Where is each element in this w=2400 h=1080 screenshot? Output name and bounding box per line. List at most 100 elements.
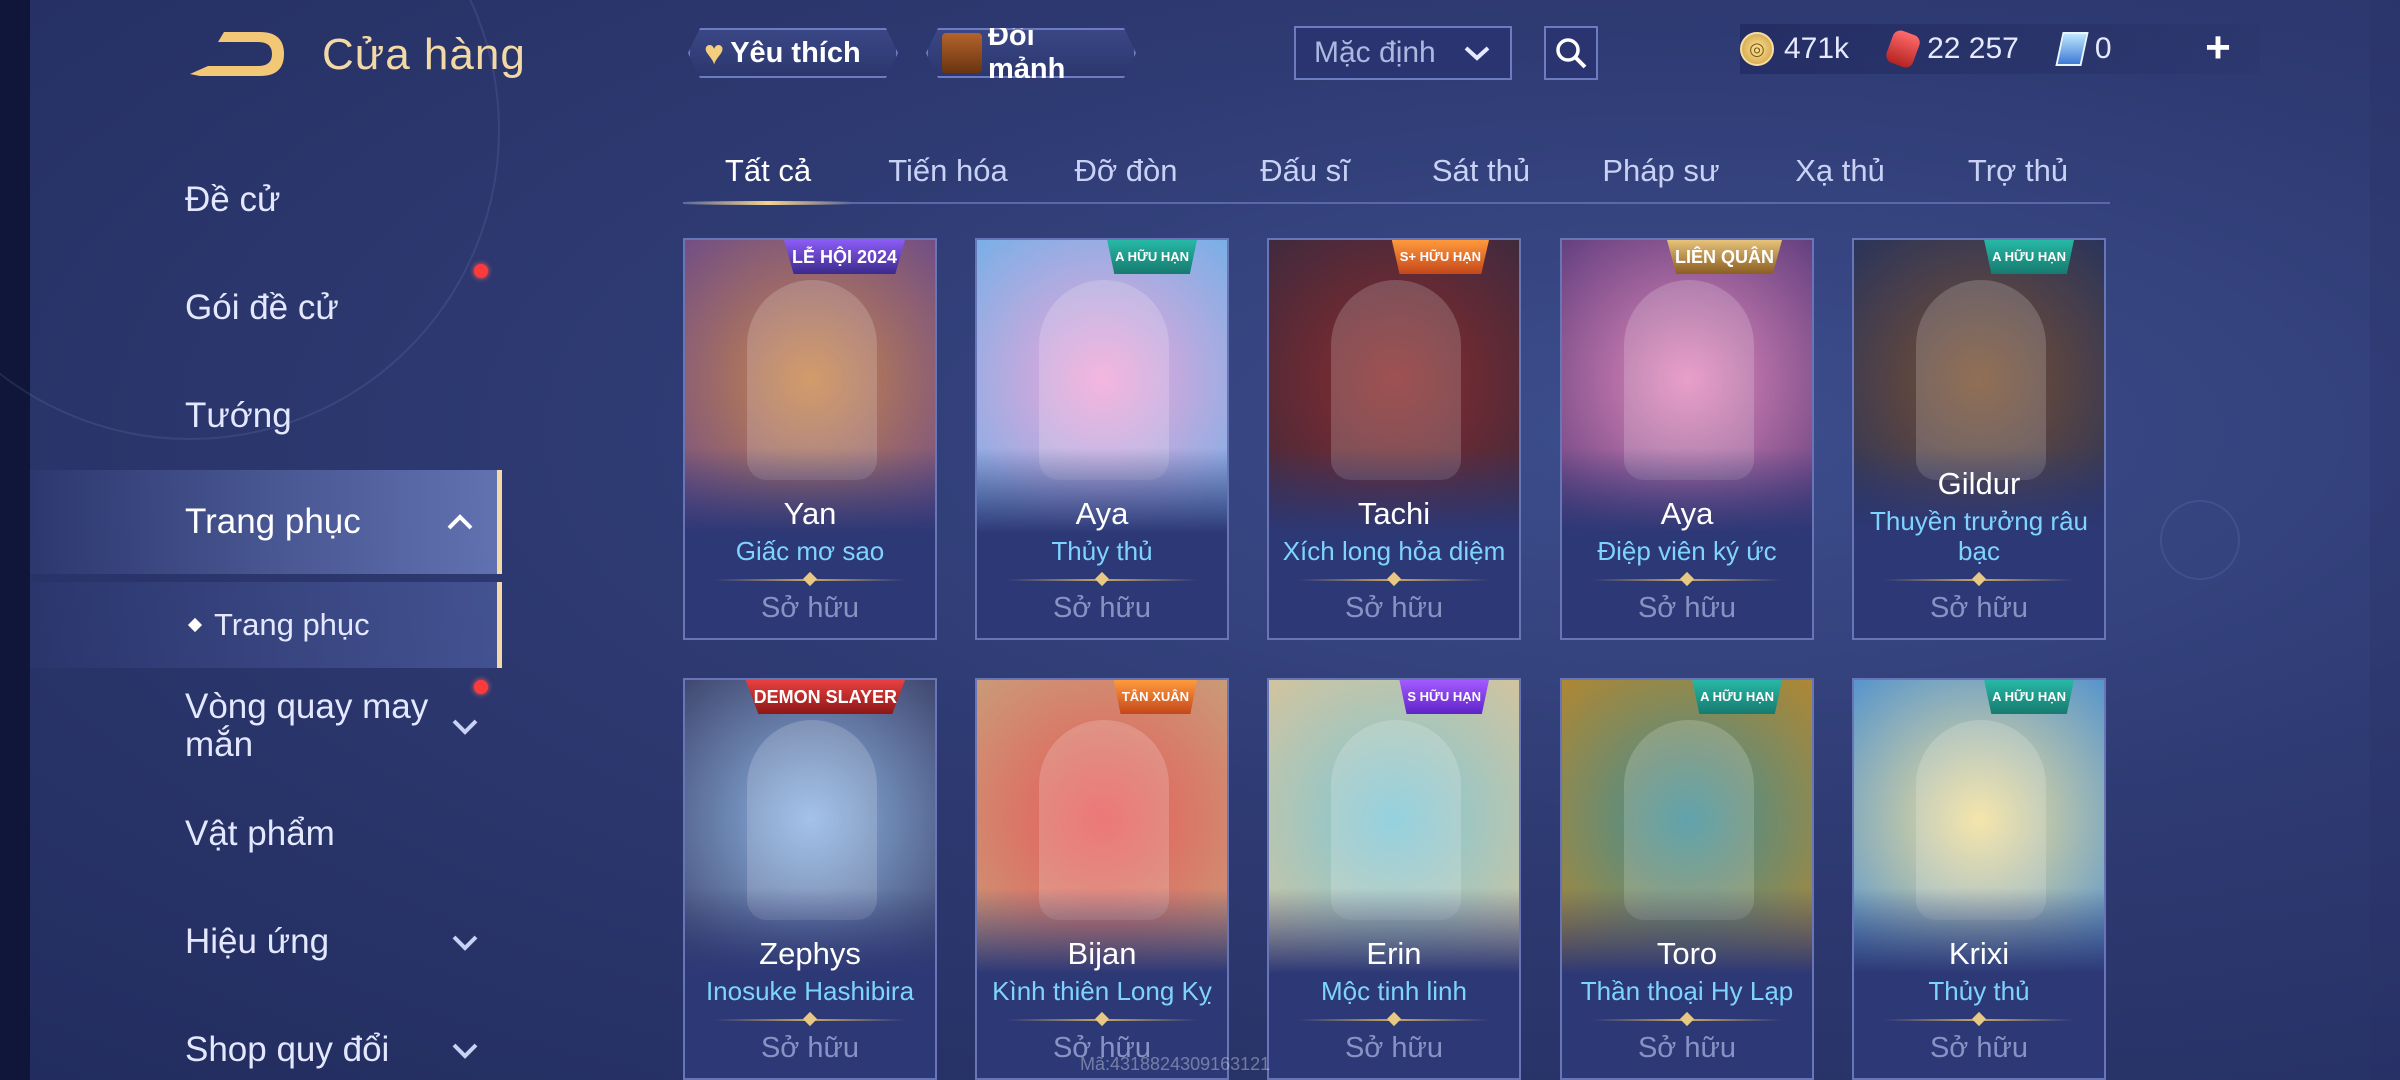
- bullet-icon: [187, 617, 203, 633]
- hero-name: Zephys: [759, 936, 861, 971]
- voucher-balance: 22 257: [1884, 28, 2019, 70]
- card-divider: [1007, 579, 1197, 581]
- sidebar-item-label: Đề cử: [185, 180, 281, 219]
- tab-fighter[interactable]: Đấu sĩ: [1220, 140, 1390, 202]
- skin-card[interactable]: TÂN XUÂN Bijan Kình thiên Long Kỵ Sở hữu: [975, 678, 1229, 1080]
- skin-card[interactable]: A HỮU HẠN Krixi Thủy thủ Sở hữu: [1852, 678, 2106, 1080]
- hero-name: Aya: [1075, 496, 1129, 531]
- skin-name: Thần thoại Hy Lạp: [1580, 976, 1794, 1006]
- sidebar-item-label: Trang phục: [214, 607, 370, 642]
- card-divider: [1592, 579, 1782, 581]
- tab-assassin[interactable]: Sát thủ: [1396, 140, 1566, 202]
- sidebar-item-label: Shop quy đổi: [185, 1030, 390, 1069]
- sort-dropdown[interactable]: Mặc định: [1294, 26, 1512, 80]
- currency-bar: ◎ 471k 22 257 0: [1740, 24, 2260, 74]
- chevron-down-icon: [452, 935, 478, 951]
- shop-screen: Cửa hàng ♥ Yêu thích Đổi mảnh Mặc định ◎…: [0, 0, 2400, 1080]
- hero-name: Aya: [1660, 496, 1714, 531]
- hero-name: Yan: [783, 496, 837, 531]
- page-title: Cửa hàng: [322, 30, 526, 79]
- rarity-badge: A HỮU HẠN: [1692, 680, 1782, 714]
- sidebar: Đề cử Gói đề cử Tướng Trang phục Trang p…: [30, 130, 502, 1080]
- gold-balance: ◎ 471k: [1740, 32, 1849, 66]
- tab-evolution[interactable]: Tiến hóa: [863, 140, 1033, 202]
- skin-card[interactable]: LIÊN QUÂN Aya Điệp viên ký ức Sở hữu: [1560, 238, 1814, 640]
- sidebar-item-label: Tướng: [185, 396, 292, 435]
- owned-status: Sở hữu: [1344, 1032, 1444, 1064]
- sidebar-item-lucky-spin[interactable]: Vòng quay may mắn: [30, 674, 502, 778]
- favorites-button[interactable]: ♥ Yêu thích: [688, 28, 898, 78]
- sort-selected-value: Mặc định: [1314, 36, 1436, 69]
- right-edge: [2370, 0, 2400, 1080]
- role-tabs: Tất cả Tiến hóa Đỡ đòn Đấu sĩ Sát thủ Ph…: [683, 140, 2110, 205]
- chevron-up-icon: [447, 514, 473, 530]
- skin-name: Kình thiên Long Kỵ: [992, 976, 1212, 1006]
- chevron-down-icon: [452, 719, 478, 735]
- tab-support[interactable]: Trợ thủ: [1933, 140, 2103, 202]
- sidebar-item-skins[interactable]: Trang phục: [30, 470, 502, 574]
- exchange-shards-label: Đổi mảnh: [987, 20, 1066, 85]
- sidebar-item-exchange-shop[interactable]: Shop quy đổi: [30, 998, 502, 1080]
- sidebar-item-label: Vòng quay may mắn: [185, 687, 429, 764]
- tab-mage[interactable]: Pháp sư: [1576, 140, 1746, 202]
- shard-chest-icon: [942, 33, 982, 73]
- rarity-badge: TÂN XUÂN: [1113, 680, 1197, 714]
- rarity-badge: A HỮU HẠN: [1984, 680, 2074, 714]
- skin-card[interactable]: A HỮU HẠN Aya Thủy thủ Sở hữu: [975, 238, 1229, 640]
- rarity-badge: S+ HỮU HẠN: [1391, 240, 1489, 274]
- sidebar-item-items[interactable]: Vật phẩm: [30, 782, 502, 886]
- owned-status: Sở hữu: [1052, 592, 1152, 624]
- sidebar-item-recommended-bundles[interactable]: Gói đề cử: [30, 256, 502, 360]
- rarity-badge: LIÊN QUÂN: [1667, 240, 1782, 274]
- owned-status: Sở hữu: [1344, 592, 1444, 624]
- notification-dot: [474, 264, 488, 278]
- hero-name: Erin: [1366, 936, 1422, 971]
- owned-status: Sở hữu: [1929, 592, 2029, 624]
- sidebar-item-label: Vật phẩm: [185, 814, 335, 853]
- tab-marksman[interactable]: Xạ thủ: [1755, 140, 1925, 202]
- skin-card[interactable]: S+ HỮU HẠN Tachi Xích long hỏa diệm Sở hữu: [1267, 238, 1521, 640]
- gold-amount: 471k: [1784, 32, 1850, 65]
- hero-name: Toro: [1656, 936, 1718, 971]
- rarity-badge: S HỮU HẠN: [1399, 680, 1489, 714]
- favorites-label: Yêu thích: [730, 36, 861, 69]
- tab-tank[interactable]: Đỡ đòn: [1041, 140, 1211, 202]
- skin-name: Giấc mơ sao: [735, 536, 885, 566]
- skin-card[interactable]: S HỮU HẠN Erin Mộc tinh linh Sở hữu: [1267, 678, 1521, 1080]
- skin-name: Xích long hỏa diệm: [1282, 536, 1506, 566]
- owned-status: Sở hữu: [760, 1032, 860, 1064]
- top-up-button[interactable]: +: [2196, 26, 2240, 72]
- card-divider: [1592, 1019, 1782, 1021]
- skin-name: Thủy thủ: [1051, 536, 1153, 566]
- exchange-shards-button[interactable]: Đổi mảnh: [926, 28, 1136, 78]
- card-divider: [1884, 1019, 2074, 1021]
- skin-card[interactable]: A HỮU HẠN Toro Thần thoại Hy Lạp Sở hữu: [1560, 678, 1814, 1080]
- gem-amount: 0: [2094, 32, 2112, 65]
- sidebar-item-label: Trang phục: [185, 502, 361, 541]
- voucher-amount: 22 257: [1927, 32, 2019, 65]
- sidebar-item-recommended[interactable]: Đề cử: [30, 148, 502, 252]
- sidebar-subitem-skins[interactable]: Trang phục: [30, 582, 502, 668]
- skin-name: Thuyền trưởng râu bạc: [1869, 506, 2088, 566]
- hero-name: Krixi: [1948, 936, 2010, 971]
- skin-name: Thủy thủ: [1928, 976, 2030, 1006]
- notification-dot: [474, 680, 488, 694]
- owned-status: Sở hữu: [1929, 1032, 2029, 1064]
- tab-all[interactable]: Tất cả: [683, 140, 853, 205]
- skin-card[interactable]: A HỮU HẠN Gildur Thuyền trưởng râu bạc Sở h…: [1852, 238, 2106, 640]
- chevron-down-icon: [452, 1043, 478, 1059]
- rarity-badge: LỄ HỘI 2024: [783, 240, 905, 274]
- back-arrow-icon: [190, 32, 284, 76]
- skin-card[interactable]: LỄ HỘI 2024 Yan Giấc mơ sao Sở hữu: [683, 238, 937, 640]
- search-icon: [1556, 38, 1587, 69]
- card-divider: [715, 1019, 905, 1021]
- sidebar-item-effects[interactable]: Hiệu ứng: [30, 890, 502, 994]
- skin-card[interactable]: DEMON SLAYER Zephys Inosuke Hashibira Sở hữ…: [683, 678, 937, 1080]
- background-ornament: [2160, 500, 2240, 580]
- card-divider: [1299, 1019, 1489, 1021]
- rarity-badge: A HỮU HẠN: [1984, 240, 2074, 274]
- search-button[interactable]: [1544, 26, 1598, 80]
- sidebar-item-heroes[interactable]: Tướng: [30, 364, 502, 468]
- back-button[interactable]: [180, 26, 290, 86]
- heart-icon: ♥: [704, 34, 725, 72]
